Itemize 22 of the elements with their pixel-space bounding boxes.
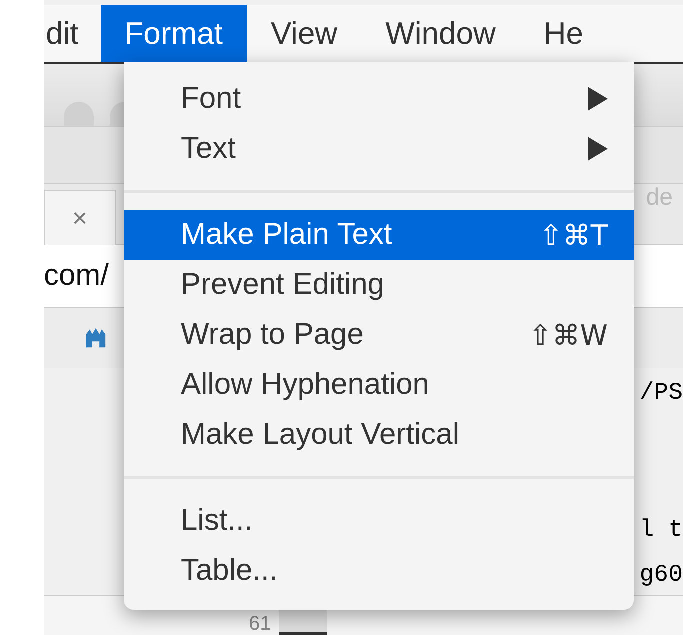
app-icon[interactable] xyxy=(84,327,108,349)
menu-bar-item[interactable]: He xyxy=(520,5,608,62)
menu-bar-item[interactable]: Format xyxy=(100,5,247,62)
menu-item[interactable]: Make Plain Text ⇧⌘T xyxy=(124,210,634,260)
menu-bar-item[interactable]: Window xyxy=(362,5,520,62)
menu-item[interactable]: Wrap to Page ⇧⌘W xyxy=(124,310,634,360)
menu-item[interactable]: List... xyxy=(124,496,634,546)
code-text: /PS xyxy=(640,380,683,407)
code-text: g60 xyxy=(640,562,683,589)
menu-bar-item[interactable]: View xyxy=(246,5,362,62)
menu-item[interactable]: Allow Hyphenation xyxy=(124,360,634,410)
menu-bar-item[interactable]: dit xyxy=(44,5,101,62)
menu-item[interactable]: Text xyxy=(124,124,634,174)
code-text: l t xyxy=(640,517,683,544)
address-text[interactable]: com/ xyxy=(44,259,110,293)
menu-item[interactable]: Prevent Editing xyxy=(124,260,634,310)
menu-item[interactable]: Make Layout Vertical xyxy=(124,410,634,460)
line-number: 61 xyxy=(249,613,272,635)
menu-item[interactable]: Font xyxy=(124,74,634,124)
browser-tab[interactable]: × xyxy=(44,190,116,245)
menu-item[interactable]: Table... xyxy=(124,546,634,596)
close-icon[interactable]: × xyxy=(72,202,88,234)
